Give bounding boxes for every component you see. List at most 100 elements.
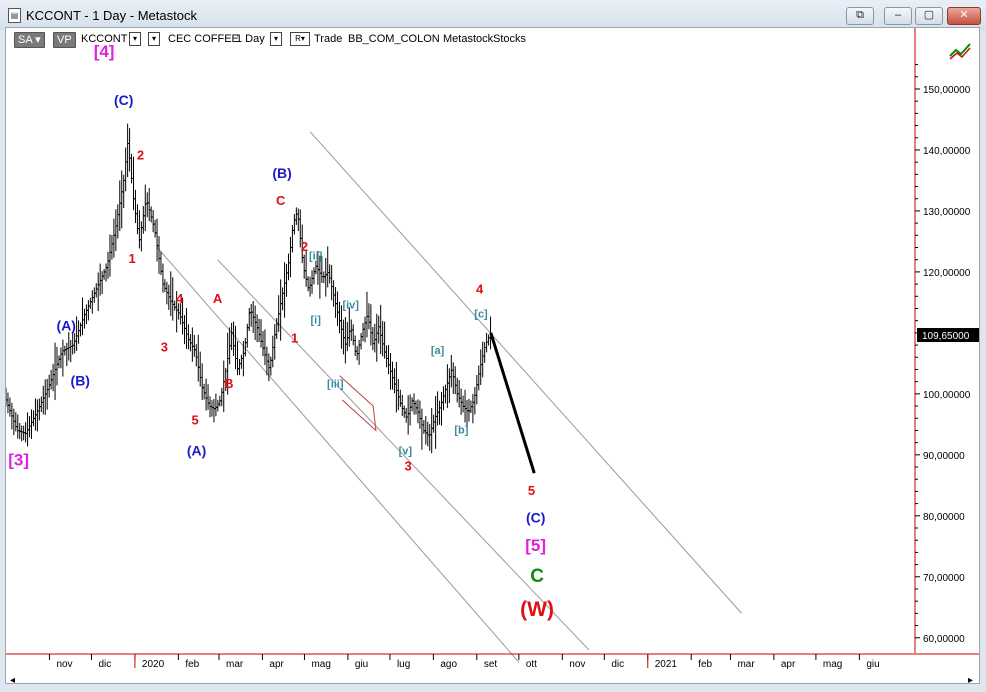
price-bar [200, 363, 205, 401]
price-bar [233, 325, 238, 370]
price-bar [262, 329, 267, 366]
price-bar [84, 304, 89, 325]
scroll-right-icon[interactable]: ▸ [968, 675, 973, 683]
price-bar [198, 351, 203, 387]
price-bar [117, 180, 122, 231]
price-bar [390, 361, 395, 390]
price-bar [402, 405, 407, 418]
price-bar [162, 279, 167, 292]
price-bar [423, 416, 428, 445]
price-bar [449, 354, 454, 388]
x-tick-label: mag [311, 659, 330, 670]
price-bar [447, 368, 452, 404]
price-bar [182, 315, 187, 345]
price-bar [56, 355, 61, 369]
minimize-button[interactable]: – [884, 7, 912, 25]
price-bar [41, 385, 46, 415]
price-bar [202, 383, 207, 400]
price-bar [229, 322, 234, 351]
price-bar [6, 392, 10, 414]
price-bar [90, 290, 95, 314]
price-bar [111, 218, 116, 258]
maximize-button[interactable]: ▢ [915, 7, 943, 25]
price-bar [88, 297, 93, 309]
y-tick-label: 80,00000 [923, 512, 965, 523]
wave-label: (C) [114, 92, 133, 108]
wave-label: [a] [431, 345, 445, 357]
price-bar [408, 394, 413, 426]
wave-label: [i] [310, 315, 321, 327]
price-bar [66, 332, 71, 361]
price-bar [419, 408, 424, 450]
price-bar [7, 397, 12, 417]
price-bar [386, 344, 391, 375]
price-bar [486, 334, 491, 346]
price-bar [482, 341, 487, 363]
price-bar [394, 362, 399, 413]
restore-extra-button[interactable]: ⧉ [846, 7, 874, 25]
x-tick-label: feb [698, 659, 712, 670]
chart-window[interactable]: SA ▾ VP KCCONT ▾ ▾ CEC COFFEE 1 Day ▾ R▾… [5, 27, 980, 684]
price-bar [78, 322, 83, 337]
price-chart[interactable]: [4](C)21435AB(A)(A)(B)[3](B)C2[ii]1[i][i… [6, 28, 979, 683]
chart-tool-icon[interactable] [949, 43, 971, 60]
price-bar [341, 319, 346, 355]
price-bar [453, 366, 458, 395]
x-tick-label: set [484, 659, 498, 670]
price-bar [463, 389, 468, 423]
price-bar [29, 409, 34, 439]
price-bar [396, 378, 401, 411]
price-bar [370, 327, 375, 351]
price-bar [268, 356, 273, 376]
price-bar [278, 279, 283, 341]
wave-label: 1 [291, 330, 298, 345]
x-tick-label: dic [98, 659, 111, 670]
wave-label: (B) [71, 372, 90, 388]
wave-label: 4 [476, 282, 484, 297]
price-bar [304, 251, 309, 287]
price-bar [115, 204, 120, 239]
wave-label: 4 [176, 291, 184, 306]
price-bar [461, 395, 466, 413]
price-bar [274, 317, 279, 339]
current-price-label: 109,65000 [922, 331, 970, 342]
price-bar [441, 386, 446, 411]
price-bar [357, 339, 362, 365]
price-bar [398, 389, 403, 407]
price-bar [406, 395, 411, 435]
minimize-icon: – [894, 9, 902, 21]
price-bar [364, 291, 369, 338]
price-bar [439, 391, 444, 426]
price-bar [359, 332, 364, 350]
price-bar [53, 342, 58, 401]
price-bar [343, 317, 348, 364]
price-bar [231, 321, 236, 357]
price-bar [241, 341, 246, 377]
price-bar [96, 272, 101, 312]
wave-label: 3 [405, 458, 412, 473]
price-bar [310, 270, 315, 294]
price-bar [102, 269, 107, 280]
wave-label: 3 [161, 340, 168, 355]
x-tick-label: nov [56, 659, 72, 670]
price-bar [260, 330, 265, 357]
price-bar [23, 422, 28, 443]
wave-label: C [530, 566, 544, 587]
price-bar [474, 375, 479, 405]
price-bar [311, 267, 316, 285]
close-button[interactable]: ✕ [947, 7, 981, 25]
price-bar [213, 393, 218, 417]
price-bar [476, 365, 481, 391]
price-bar [35, 399, 40, 432]
window-title: KCCONT - 1 Day - Metastock [26, 8, 197, 23]
wave-label: [iii] [327, 379, 344, 391]
price-bar [478, 349, 483, 385]
price-bar [39, 396, 44, 413]
price-bar [80, 297, 85, 336]
scroll-left-icon[interactable]: ◂ [10, 675, 15, 683]
price-bar [76, 320, 81, 344]
price-bar [86, 300, 91, 321]
x-tick-label: apr [269, 659, 284, 670]
price-bar [431, 414, 436, 433]
price-bar [466, 398, 471, 422]
